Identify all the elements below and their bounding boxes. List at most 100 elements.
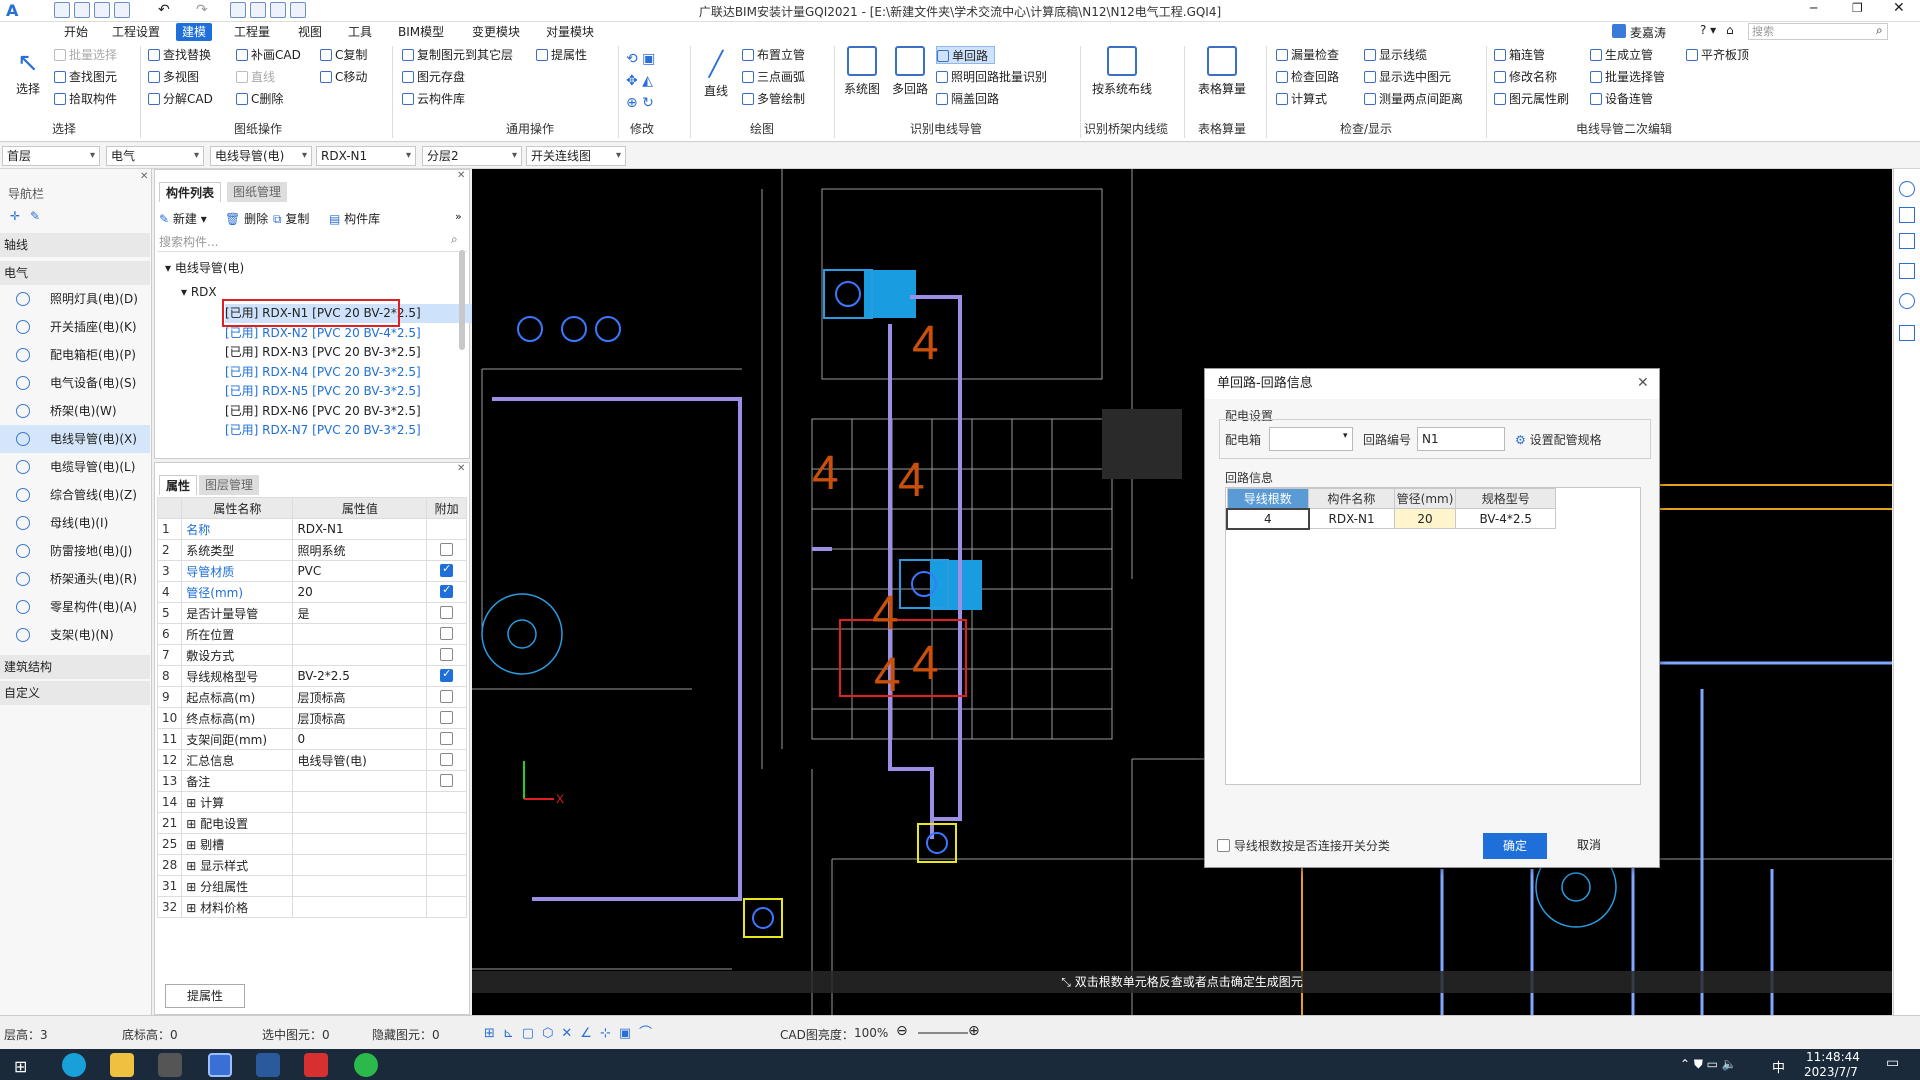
property-value[interactable]: 层顶标高 <box>292 686 428 708</box>
classify-by-switch-checkbox[interactable]: 导线根数按是否连接开关分类 <box>1217 837 1390 854</box>
component-search-input[interactable]: 搜索构件... <box>157 232 467 252</box>
extra-checkbox[interactable] <box>440 543 454 556</box>
nav-item[interactable]: 照明灯具(电)(D) <box>0 285 150 313</box>
property-row[interactable]: 10 终点标高(m) 层顶标高 <box>156 707 467 729</box>
element-save-button[interactable]: 图元存盘 <box>402 68 465 86</box>
property-row[interactable]: 3 导管材质 PVC <box>156 560 467 582</box>
status-tools[interactable]: ⊞⊾▢⬡✕∠⊹▣⌒ <box>484 1022 774 1044</box>
device-connect-button[interactable]: 设备连管 <box>1590 90 1653 108</box>
type-select[interactable]: 电线导管(电) <box>210 146 312 166</box>
tray-icons[interactable]: ⌃ ⛊ ▭ 🔈 <box>1680 1057 1737 1072</box>
props-close-icon[interactable]: ✕ <box>457 463 465 474</box>
quick-report-icon[interactable] <box>250 2 266 18</box>
property-value[interactable]: RDX-N1 <box>292 518 428 540</box>
extra-checkbox[interactable] <box>440 667 454 682</box>
multi-pipe-button[interactable]: 多管绘制 <box>742 90 805 108</box>
search-icon[interactable]: ⌕ <box>1876 23 1883 38</box>
clock-time[interactable]: 11:48:44 <box>1806 1050 1860 1064</box>
quick-open-icon[interactable] <box>74 2 90 18</box>
quick-folder-icon[interactable] <box>94 2 110 18</box>
extra-checkbox[interactable] <box>440 732 454 745</box>
brightness-slider[interactable] <box>918 1032 968 1034</box>
home-icon[interactable]: ⌂ <box>1726 23 1734 37</box>
pipe-spec-button[interactable]: ⚙ 设置配管规格 <box>1515 431 1602 448</box>
cloud-library-button[interactable]: 云构件库 <box>402 90 465 108</box>
nav-item[interactable]: 母线(电)(I) <box>0 509 150 537</box>
menu-start[interactable]: 开始 <box>58 23 94 41</box>
nav-item[interactable]: 支架(电)(N) <box>0 621 150 649</box>
supplement-cad-button[interactable]: 补画CAD <box>236 46 301 64</box>
window-close-icon[interactable]: ✕ <box>1893 0 1905 16</box>
property-value[interactable] <box>292 833 428 855</box>
col-wire-count[interactable]: 导线根数 <box>1226 488 1310 509</box>
zoom-in-icon[interactable]: ⊕ <box>968 1023 980 1039</box>
windows-start-icon[interactable]: ⊞ <box>14 1057 27 1076</box>
property-value[interactable] <box>292 812 428 834</box>
extra-checkbox[interactable] <box>440 627 454 640</box>
property-row[interactable]: 5 是否计量导管是 <box>156 602 467 624</box>
redo-icon[interactable]: ↷ <box>196 2 208 18</box>
property-value[interactable] <box>292 623 428 645</box>
view-box-icon[interactable] <box>1899 233 1915 249</box>
draw-line-button[interactable]: ╱ 直线 <box>696 46 736 99</box>
extra-checkbox[interactable] <box>440 648 454 661</box>
property-value[interactable] <box>292 875 428 897</box>
copy-to-floor-button[interactable]: 复制图元到其它层 <box>402 46 513 64</box>
property-value[interactable]: 20 <box>292 581 428 603</box>
search-icon[interactable]: ⌕ <box>451 232 458 247</box>
cover-circuit-button[interactable]: 隔盖回路 <box>936 90 999 108</box>
window-minimize-icon[interactable]: ─ <box>1810 1 1817 15</box>
nav-item[interactable]: 桥架(电)(W) <box>0 397 150 425</box>
view-3d-icon[interactable] <box>1899 181 1915 197</box>
property-value[interactable]: 电线导管(电) <box>292 749 428 771</box>
undo-icon[interactable]: ↶ <box>158 2 170 18</box>
gen-riser-button[interactable]: 生成立管 <box>1590 46 1653 64</box>
nav-section-axis[interactable]: 轴线 <box>0 233 150 257</box>
property-value[interactable] <box>292 854 428 876</box>
property-row[interactable]: 2 系统类型 照明系统 <box>156 539 467 561</box>
drawing-canvas[interactable]: 4 4 4 4 4 4 X ⤡ 双击根数单元格反查或者点击确定生成图元 <box>472 169 1892 1015</box>
window-restore-icon[interactable]: ❐ <box>1852 1 1863 15</box>
find-replace-button[interactable]: 查找替换 <box>148 46 211 64</box>
property-row[interactable]: 1 名称 RDX-N1 <box>156 518 467 540</box>
gqi-app-icon[interactable] <box>208 1053 232 1077</box>
nav-item[interactable]: 综合管线(电)(Z) <box>0 481 150 509</box>
notification-icon[interactable]: ▭ <box>1886 1055 1899 1071</box>
cell-wire-count[interactable]: 4 <box>1226 507 1310 530</box>
quick-calc-icon[interactable] <box>230 2 246 18</box>
arc-button[interactable]: 三点画弧 <box>742 68 805 86</box>
property-row[interactable]: 25 ⊞ 剔槽 <box>156 833 467 855</box>
property-value[interactable] <box>292 896 428 918</box>
c-move-button[interactable]: C移动 <box>320 68 367 86</box>
multi-view-button[interactable]: 多视图 <box>148 68 199 86</box>
quick-save-icon[interactable] <box>114 2 130 18</box>
extract-properties-button[interactable]: 提属性 <box>165 984 245 1008</box>
table-quantity-button[interactable]: 表格算量 <box>1192 46 1252 97</box>
nav-item[interactable]: 防雷接地(电)(J) <box>0 537 150 565</box>
user-name[interactable]: 麦嘉涛 <box>1630 24 1666 41</box>
quick-export-icon[interactable] <box>270 2 286 18</box>
property-value[interactable] <box>292 791 428 813</box>
delete-component-button[interactable]: 🗑 删除 <box>225 210 268 228</box>
discipline-select[interactable]: 电气 <box>106 146 204 166</box>
nav-section-structure[interactable]: 建筑结构 <box>0 655 150 679</box>
extra-checkbox[interactable] <box>440 774 454 787</box>
route-by-system-button[interactable]: 按系统布线 <box>1086 46 1158 97</box>
zoom-out-icon[interactable]: ⊖ <box>896 1023 908 1039</box>
cell-pipe-diameter[interactable]: 20 <box>1393 508 1457 529</box>
property-row[interactable]: 8 导线规格型号 BV-2*2.5 <box>156 665 467 687</box>
menu-modeling[interactable]: 建模 <box>176 23 213 41</box>
nav-item[interactable]: 电线导管(电)(X) <box>0 425 150 453</box>
quick-more-icon[interactable] <box>290 2 306 18</box>
measure-distance-button[interactable]: 测量两点间距离 <box>1364 90 1463 108</box>
edge-icon[interactable] <box>62 1053 86 1077</box>
show-selected-button[interactable]: 显示选中图元 <box>1364 68 1451 86</box>
show-cable-button[interactable]: 显示线缆 <box>1364 46 1427 64</box>
file-explorer-icon[interactable] <box>110 1053 134 1077</box>
nav-section-electric[interactable]: 电气 <box>0 261 150 285</box>
rotate-icon[interactable] <box>1899 293 1915 309</box>
nav-item[interactable]: 配电箱柜(电)(P) <box>0 341 150 369</box>
property-row[interactable]: 7 敷设方式 <box>156 644 467 666</box>
property-value[interactable] <box>292 644 428 666</box>
single-circuit-button[interactable]: 单回路 <box>936 46 996 64</box>
